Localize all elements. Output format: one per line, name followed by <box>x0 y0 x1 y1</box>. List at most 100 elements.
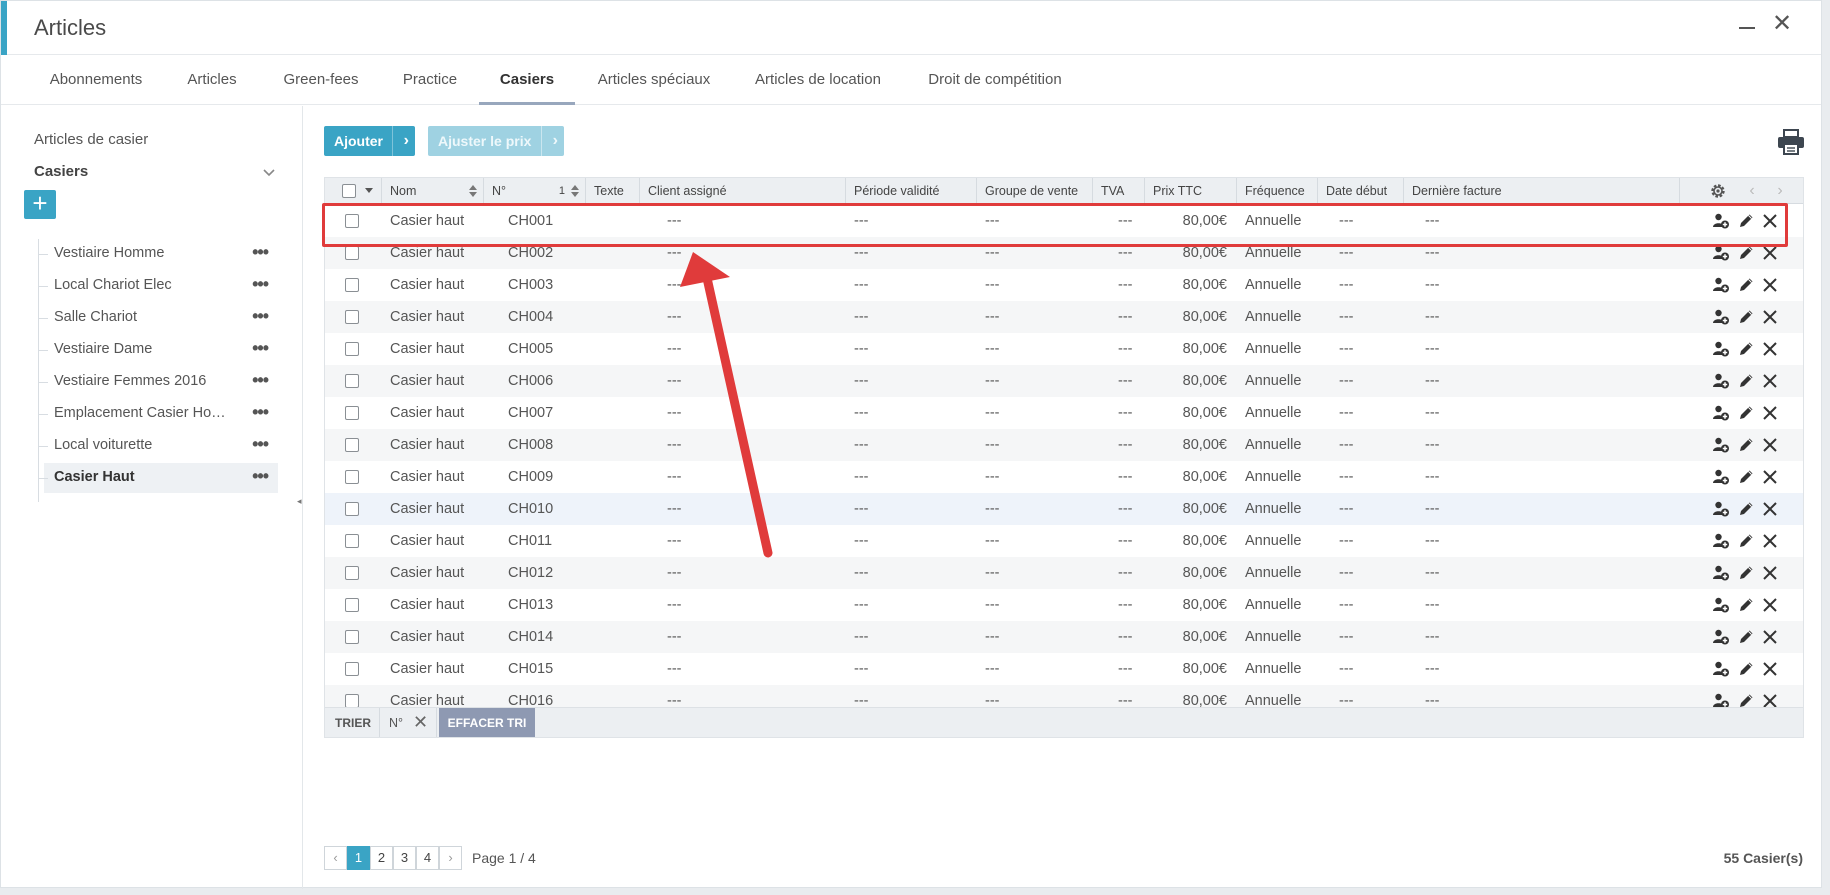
sidebar-item-emplacement-casier-homme[interactable]: Emplacement Casier Homme ••• <box>38 399 278 429</box>
edit-pencil-icon[interactable] <box>1737 628 1755 646</box>
assign-user-icon[interactable] <box>1712 468 1730 486</box>
table-row[interactable]: Casier haut CH014 --- --- --- --- 80,00€ Annuel… <box>325 621 1803 653</box>
row-checkbox[interactable] <box>345 438 359 452</box>
delete-x-icon[interactable] <box>1761 500 1779 518</box>
edit-pencil-icon[interactable] <box>1737 372 1755 390</box>
assign-user-icon[interactable] <box>1712 564 1730 582</box>
row-checkbox[interactable] <box>345 406 359 420</box>
next-page-button[interactable]: › <box>439 846 462 870</box>
add-button[interactable]: Ajouter › <box>324 126 415 156</box>
delete-x-icon[interactable] <box>1761 468 1779 486</box>
more-options-icon[interactable]: ••• <box>252 434 269 455</box>
delete-x-icon[interactable] <box>1761 404 1779 422</box>
delete-x-icon[interactable] <box>1761 596 1779 614</box>
tab-casiers[interactable]: Casiers <box>479 56 575 105</box>
sidebar-item-vestiaire-dame[interactable]: Vestiaire Dame ••• <box>38 335 278 365</box>
row-checkbox[interactable] <box>345 630 359 644</box>
assign-user-icon[interactable] <box>1712 308 1730 326</box>
table-row[interactable]: Casier haut CH015 --- --- --- --- 80,00€ Annuel… <box>325 653 1803 685</box>
delete-x-icon[interactable] <box>1761 308 1779 326</box>
column-derniere-facture[interactable]: Dernière facture <box>1404 178 1680 204</box>
delete-x-icon[interactable] <box>1761 276 1779 294</box>
row-checkbox[interactable] <box>345 310 359 324</box>
more-options-icon[interactable]: ••• <box>252 466 269 487</box>
column-numero[interactable]: N° 1 <box>484 178 586 204</box>
select-menu-caret-icon[interactable] <box>365 188 373 194</box>
edit-pencil-icon[interactable] <box>1737 404 1755 422</box>
sidebar-item-vestiaire-homme[interactable]: Vestiaire Homme ••• <box>38 239 278 269</box>
delete-x-icon[interactable] <box>1761 660 1779 678</box>
row-checkbox[interactable] <box>345 598 359 612</box>
row-checkbox[interactable] <box>345 342 359 356</box>
edit-pencil-icon[interactable] <box>1737 308 1755 326</box>
chevron-left-icon[interactable]: ‹ <box>1745 180 1759 202</box>
sidebar-section-casiers[interactable]: Casiers <box>34 163 88 180</box>
tab-articles-de-location[interactable]: Articles de location <box>746 56 890 105</box>
row-checkbox[interactable] <box>345 534 359 548</box>
column-tva[interactable]: TVA <box>1093 178 1145 204</box>
edit-pencil-icon[interactable] <box>1737 532 1755 550</box>
sidebar-item-local-voiturette[interactable]: Local voiturette ••• <box>38 431 278 461</box>
column-date-debut[interactable]: Date début <box>1318 178 1404 204</box>
edit-pencil-icon[interactable] <box>1737 468 1755 486</box>
table-row[interactable]: Casier haut CH013 --- --- --- --- 80,00€ Annuel… <box>325 589 1803 621</box>
assign-user-icon[interactable] <box>1712 340 1730 358</box>
edit-pencil-icon[interactable] <box>1737 564 1755 582</box>
table-row[interactable]: Casier haut CH009 --- --- --- --- 80,00€ Annuel… <box>325 461 1803 493</box>
delete-x-icon[interactable] <box>1761 372 1779 390</box>
more-options-icon[interactable]: ••• <box>252 370 269 391</box>
gear-icon[interactable] <box>1709 182 1727 200</box>
table-row[interactable]: Casier haut CH006 --- --- --- --- 80,00€ Annuel… <box>325 365 1803 397</box>
column-texte[interactable]: Texte <box>586 178 640 204</box>
prev-page-button[interactable]: ‹ <box>324 846 347 870</box>
assign-user-icon[interactable] <box>1712 628 1730 646</box>
table-row[interactable]: Casier haut CH004 --- --- --- --- 80,00€ Annuel… <box>325 301 1803 333</box>
row-checkbox[interactable] <box>345 278 359 292</box>
assign-user-icon[interactable] <box>1712 596 1730 614</box>
tab-articles-speciaux[interactable]: Articles spéciaux <box>591 56 717 105</box>
clear-sort-button[interactable]: EFFACER TRI <box>439 708 535 737</box>
column-groupe-de-vente[interactable]: Groupe de vente <box>977 178 1093 204</box>
table-row[interactable]: Casier haut CH012 --- --- --- --- 80,00€ Annuel… <box>325 557 1803 589</box>
table-row[interactable]: Casier haut CH008 --- --- --- --- 80,00€ Annuel… <box>325 429 1803 461</box>
sidebar-item-vestiaire-femmes-2016[interactable]: Vestiaire Femmes 2016 ••• <box>38 367 278 397</box>
row-checkbox[interactable] <box>345 470 359 484</box>
column-prix-ttc[interactable]: Prix TTC <box>1145 178 1237 204</box>
collapse-sidebar-icon[interactable]: ◂ <box>297 496 303 506</box>
edit-pencil-icon[interactable] <box>1737 276 1755 294</box>
adjust-price-button[interactable]: Ajuster le prix › <box>428 126 564 156</box>
sidebar-item-local-chariot-elec[interactable]: Local Chariot Elec ••• <box>38 271 278 301</box>
page-2-button[interactable]: 2 <box>370 846 393 870</box>
delete-x-icon[interactable] <box>1761 532 1779 550</box>
assign-user-icon[interactable] <box>1712 500 1730 518</box>
more-options-icon[interactable]: ••• <box>252 306 269 327</box>
row-checkbox[interactable] <box>345 246 359 260</box>
column-frequence[interactable]: Fréquence <box>1237 178 1318 204</box>
row-checkbox[interactable] <box>345 662 359 676</box>
edit-pencil-icon[interactable] <box>1737 660 1755 678</box>
assign-user-icon[interactable] <box>1712 532 1730 550</box>
remove-sort-icon[interactable]: ✕ <box>413 713 428 731</box>
column-nom[interactable]: Nom <box>382 178 484 204</box>
close-icon[interactable]: ✕ <box>1771 12 1793 36</box>
tab-practice[interactable]: Practice <box>393 56 467 105</box>
delete-x-icon[interactable] <box>1761 564 1779 582</box>
chevron-down-icon[interactable] <box>261 164 277 180</box>
row-checkbox[interactable] <box>345 566 359 580</box>
assign-user-icon[interactable] <box>1712 404 1730 422</box>
delete-x-icon[interactable] <box>1761 628 1779 646</box>
delete-x-icon[interactable] <box>1761 436 1779 454</box>
page-4-button[interactable]: 4 <box>416 846 439 870</box>
row-checkbox[interactable] <box>345 374 359 388</box>
column-periode-validite[interactable]: Période validité <box>846 178 977 204</box>
edit-pencil-icon[interactable] <box>1737 340 1755 358</box>
add-category-button[interactable]: + <box>24 190 56 219</box>
table-row[interactable]: Casier haut CH011 --- --- --- --- 80,00€ Annuel… <box>325 525 1803 557</box>
more-options-icon[interactable]: ••• <box>252 402 269 423</box>
delete-x-icon[interactable] <box>1761 340 1779 358</box>
page-1-button[interactable]: 1 <box>347 846 370 870</box>
more-options-icon[interactable]: ••• <box>252 338 269 359</box>
tab-abonnements[interactable]: Abonnements <box>32 56 160 105</box>
sidebar-item-casier-haut[interactable]: Casier Haut ••• <box>38 463 278 493</box>
column-client-assigne[interactable]: Client assigné <box>640 178 846 204</box>
